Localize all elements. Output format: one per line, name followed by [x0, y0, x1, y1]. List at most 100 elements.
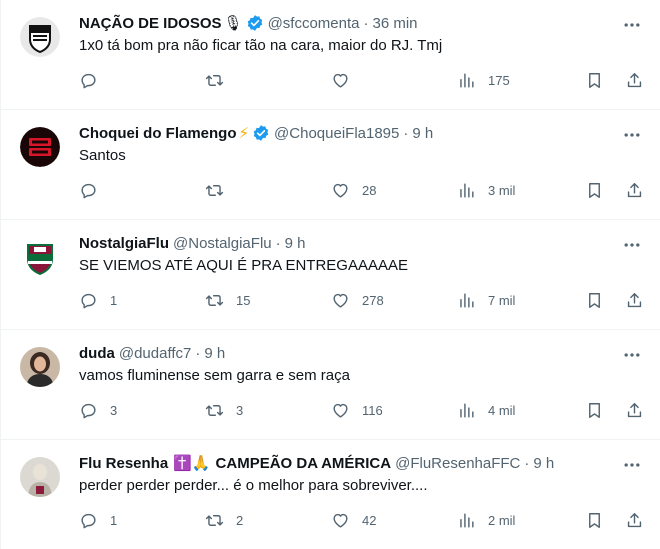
share-button[interactable] [625, 178, 644, 202]
like-button[interactable]: 278 [331, 288, 384, 312]
avatar[interactable] [20, 127, 60, 167]
tweet-text: perder perder perder... é o melhor para … [79, 477, 428, 494]
tweet[interactable]: Choquei do Flamengo ⚡ @ChoqueiFla1895 · … [1, 110, 660, 220]
like-button[interactable]: 42 [331, 508, 376, 532]
author-handle[interactable]: @FluResenhaFFC [395, 455, 520, 472]
share-button[interactable] [625, 288, 644, 312]
author-name[interactable]: Choquei do Flamengo [79, 125, 237, 142]
user-photo-icon [20, 347, 60, 387]
timestamp[interactable]: 36 min [373, 15, 418, 32]
retweet-icon [205, 404, 224, 416]
choquei-logo-icon [20, 127, 60, 167]
bookmark-button[interactable] [585, 398, 604, 422]
bookmark-button[interactable] [585, 508, 604, 532]
author-handle[interactable]: @sfccomenta [268, 15, 360, 32]
retweet-button[interactable] [205, 68, 236, 92]
avatar[interactable] [20, 457, 60, 497]
author-name[interactable]: NAÇÃO DE IDOSOS [79, 15, 222, 32]
like-button[interactable] [331, 68, 362, 92]
retweet-count: 15 [236, 292, 251, 308]
tweet-text: SE VIEMOS ATÉ AQUI É PRA ENTREGAAAAAE [79, 257, 408, 274]
author-name[interactable]: Flu Resenha [79, 455, 168, 472]
tweet-header: duda @dudaffc7 · 9 h [79, 342, 644, 364]
author-name[interactable]: duda [79, 345, 115, 362]
views-button[interactable]: 3 mil [457, 178, 515, 202]
share-icon [627, 512, 642, 527]
reply-button[interactable]: 1 [79, 508, 117, 532]
more-options-icon[interactable] [622, 235, 642, 255]
avatar[interactable] [20, 347, 60, 387]
author-name-suffix: CAMPEÃO DA AMÉRICA [215, 454, 392, 472]
reply-button[interactable]: 3 [79, 398, 117, 422]
views-count: 175 [488, 72, 510, 88]
share-button[interactable] [625, 398, 644, 422]
timestamp[interactable]: 9 h [533, 455, 554, 472]
more-options-icon[interactable] [622, 345, 642, 365]
author-handle[interactable]: @dudaffc7 [119, 345, 192, 362]
timestamp[interactable]: 9 h [204, 345, 225, 362]
retweet-button[interactable]: 2 [205, 508, 243, 532]
like-button[interactable]: 28 [331, 178, 376, 202]
separator-dot: · [403, 124, 409, 142]
avatar[interactable] [20, 17, 60, 57]
share-icon [627, 182, 642, 197]
author-handle[interactable]: @NostalgiaFlu [173, 235, 272, 252]
tweet[interactable]: NAÇÃO DE IDOSOS 🎙 @sfccomenta · 36 min 1… [1, 0, 660, 110]
tweet-text: 1x0 tá bom pra não ficar tão na cara, ma… [79, 37, 443, 54]
timestamp[interactable]: 9 h [285, 235, 306, 252]
retweet-icon [205, 294, 224, 306]
views-button[interactable]: 4 mil [457, 398, 515, 422]
retweet-button[interactable]: 15 [205, 288, 250, 312]
tweet-actions: 175 [79, 68, 644, 92]
views-button[interactable]: 7 mil [457, 288, 515, 312]
reply-count: 1 [110, 292, 118, 308]
retweet-button[interactable] [205, 178, 236, 202]
reply-button[interactable] [79, 178, 110, 202]
share-icon [627, 72, 642, 87]
more-options-icon[interactable] [622, 455, 642, 475]
reply-button[interactable] [79, 68, 110, 92]
analytics-icon [460, 512, 474, 528]
retweet-button[interactable]: 3 [205, 398, 243, 422]
more-options-icon[interactable] [622, 15, 642, 35]
share-button[interactable] [625, 68, 644, 92]
timestamp[interactable]: 9 h [412, 125, 433, 142]
fluminense-crest-icon [20, 237, 60, 277]
like-button[interactable]: 116 [331, 398, 383, 422]
tweet-actions: 28 3 mil [79, 178, 644, 202]
author-name[interactable]: NostalgiaFlu [79, 235, 169, 252]
tweet[interactable]: Flu Resenha ✝️🙏 CAMPEÃO DA AMÉRICA @FluR… [1, 440, 660, 549]
share-icon [627, 292, 642, 307]
retweet-icon [205, 74, 224, 86]
bookmark-button[interactable] [585, 178, 604, 202]
tweet[interactable]: NostalgiaFlu @NostalgiaFlu · 9 h SE VIEM… [1, 220, 660, 330]
heart-icon [333, 293, 348, 308]
verified-badge-icon [253, 125, 269, 141]
like-count: 278 [362, 292, 384, 308]
reply-icon [81, 293, 96, 308]
heart-icon [333, 403, 348, 418]
tweet-feed: NAÇÃO DE IDOSOS 🎙 @sfccomenta · 36 min 1… [0, 0, 660, 549]
bookmark-icon [589, 72, 600, 88]
reply-button[interactable]: 1 [79, 288, 117, 312]
more-options-icon[interactable] [622, 125, 642, 145]
share-button[interactable] [625, 508, 644, 532]
separator-dot: · [524, 454, 530, 472]
author-handle[interactable]: @ChoqueiFla1895 [274, 125, 399, 142]
views-count: 7 mil [488, 292, 516, 308]
user-photo-icon [20, 457, 60, 497]
analytics-icon [460, 182, 474, 198]
analytics-icon [460, 72, 474, 88]
tweet-actions: 1 2 42 2 mil [79, 508, 644, 532]
analytics-icon [460, 292, 474, 308]
share-icon [627, 402, 642, 417]
tweet[interactable]: duda @dudaffc7 · 9 h vamos fluminense se… [1, 330, 660, 440]
retweet-icon [205, 184, 224, 196]
bookmark-button[interactable] [585, 68, 604, 92]
views-button[interactable]: 175 [457, 68, 510, 92]
avatar[interactable] [20, 237, 60, 277]
separator-dot: · [363, 14, 369, 32]
cross-pray-emoji: ✝️🙏 [173, 455, 211, 472]
bookmark-button[interactable] [585, 288, 604, 312]
views-button[interactable]: 2 mil [457, 508, 515, 532]
